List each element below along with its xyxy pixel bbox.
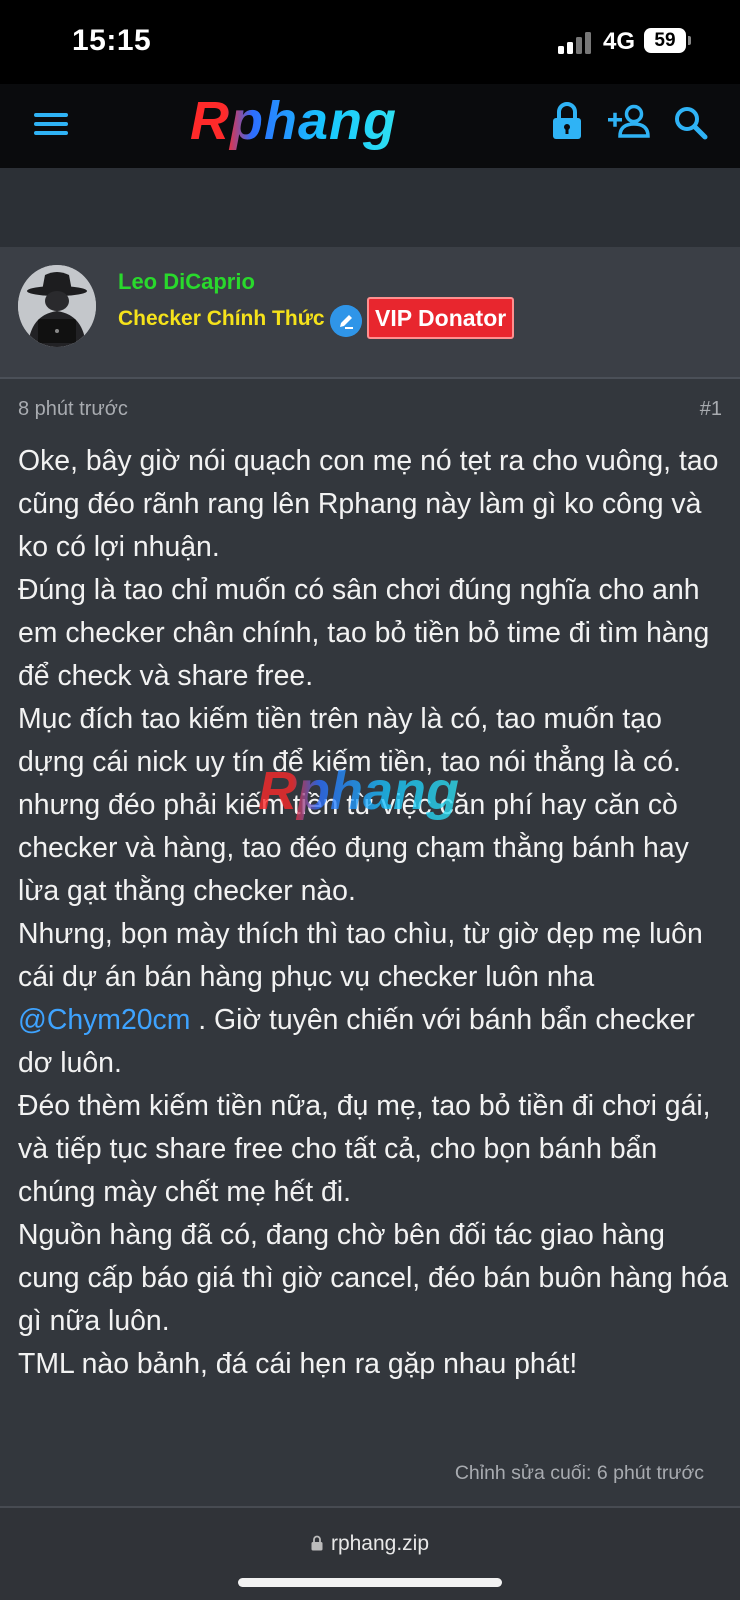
post-paragraph: Oke, bây giờ nói quạch con mẹ nó tẹt ra … [18,445,719,563]
lock-small-icon [311,1535,323,1551]
battery-nub [688,36,691,45]
url-display[interactable]: rphang.zip [0,1532,740,1556]
browser-address-bar[interactable]: rphang.zip [0,1508,740,1600]
user-title: Checker Chính Thức [118,307,325,330]
status-time: 15:15 [72,24,152,57]
page-banner-space [0,168,740,247]
username-link[interactable]: Leo DiCaprio [118,269,255,295]
home-indicator[interactable] [238,1578,502,1587]
battery-icon: 59 [644,28,686,53]
search-icon[interactable] [674,106,708,140]
post-number-link[interactable]: #1 [700,398,722,421]
top-navbar: Rphang [0,84,740,168]
post-time[interactable]: 8 phút trước [18,398,128,421]
user-mention-link[interactable]: @Chym20cm [18,1004,190,1036]
post-paragraph: Nhưng, bọn mày thích thì tao chìu, từ gi… [18,913,728,1085]
vip-donator-badge: VIP Donator [367,297,515,339]
hacker-avatar-icon [18,265,96,347]
network-label: 4G [603,28,636,55]
verified-pen-icon [330,305,362,337]
post-user-header: Leo DiCaprio Checker Chính Thức VIP Dona… [0,247,740,379]
status-bar: 15:15 4G 59 [0,0,740,84]
site-watermark: Rphang [258,761,459,821]
url-text: rphang.zip [330,1532,430,1555]
add-user-icon[interactable] [608,104,650,138]
post-paragraph: Đúng là tao chỉ muốn có sân chơi đúng ng… [18,574,710,692]
post-paragraph: Đéo thèm kiếm tiền nữa, đụ mẹ, tao bỏ ti… [18,1090,711,1208]
post-body: Oke, bây giờ nói quạch con mẹ nó tẹt ra … [18,440,728,1386]
avatar[interactable] [18,265,96,347]
site-logo[interactable]: Rphang [190,90,397,152]
post-paragraph: Nguồn hàng đã có, đang chờ bên đối tác g… [18,1219,729,1337]
signal-icon [558,32,594,54]
last-edited-note: Chỉnh sửa cuối: 6 phút trước [454,1462,704,1484]
post-paragraph: TML nào bảnh, đá cái hẹn ra gặp nhau phá… [18,1348,578,1380]
post-text: Nhưng, bọn mày thích thì tao chìu, từ gi… [18,918,703,993]
lock-icon[interactable] [552,102,582,140]
menu-icon[interactable] [34,110,68,138]
